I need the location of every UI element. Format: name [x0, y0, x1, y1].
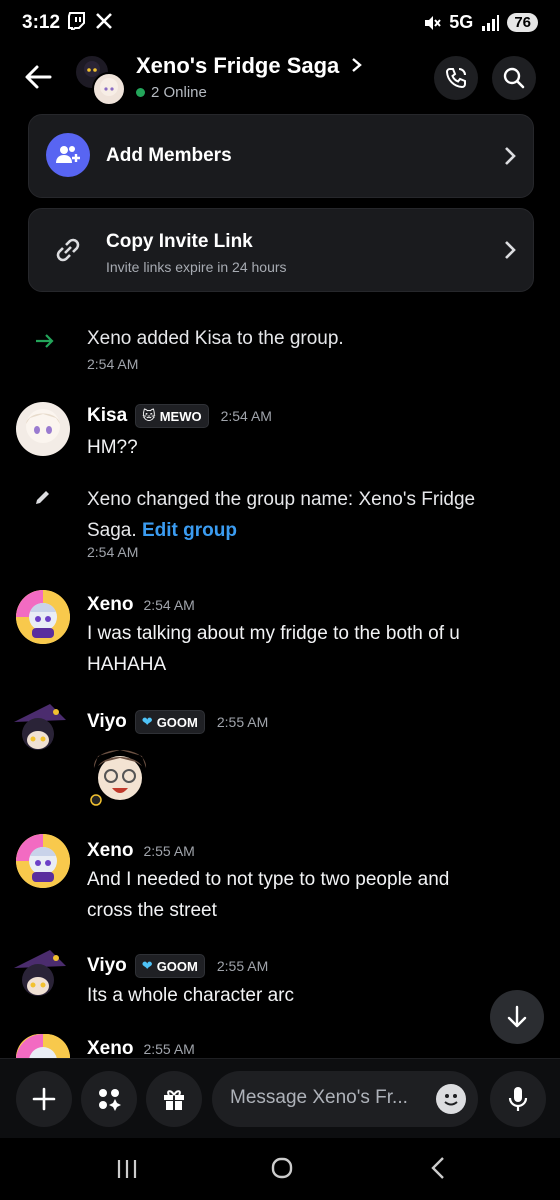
back-nav-button[interactable] — [430, 1156, 446, 1185]
message-text: HM?? — [87, 437, 138, 458]
network-label: 5G — [449, 12, 474, 32]
add-members-card[interactable]: Add Members — [28, 114, 534, 198]
message-text: Its a whole character arc — [87, 985, 294, 1006]
username[interactable]: Xeno — [87, 1040, 133, 1058]
sticker-image[interactable] — [86, 738, 154, 806]
message-header: Viyo ❤ GOOM 2:55 AM — [87, 954, 268, 978]
home-icon — [271, 1157, 293, 1179]
plus-icon — [32, 1087, 56, 1111]
invite-sublabel: Invite links expire in 24 hours — [106, 259, 287, 275]
timestamp: 2:55 AM — [216, 714, 269, 730]
timestamp: 2:54 AM — [220, 408, 272, 424]
message-composer: Message Xeno's Fr... — [0, 1058, 560, 1139]
arrow-right-icon — [34, 330, 56, 357]
timestamp: 2:54 AM — [143, 597, 195, 613]
timestamp: 2:55 AM — [143, 843, 195, 859]
add-attachment-button[interactable] — [16, 1071, 72, 1127]
message-placeholder: Message Xeno's Fr... — [230, 1087, 408, 1108]
search-icon — [503, 67, 525, 89]
message-header: Xeno 2:55 AM — [87, 1040, 195, 1058]
arrow-down-icon — [507, 1005, 527, 1028]
system-nav-bar — [0, 1138, 560, 1200]
emoji-button[interactable] — [436, 1084, 466, 1114]
heart-icon: ❤ — [141, 714, 153, 729]
pencil-icon — [34, 488, 52, 511]
chevron-right-icon — [505, 241, 516, 259]
call-button[interactable] — [434, 56, 478, 100]
phone-icon — [445, 68, 466, 89]
username[interactable]: Xeno — [87, 840, 133, 862]
twitch-icon — [68, 12, 85, 31]
message-text: And I needed to not type to two people a… — [87, 869, 450, 921]
heart-icon: ❤ — [141, 958, 153, 973]
chat-header: Xeno's Fridge Saga 2 Online — [0, 48, 560, 110]
system-message: Xeno changed the group name: Xeno's Frid… — [87, 489, 476, 541]
search-button[interactable] — [492, 56, 536, 100]
home-button[interactable] — [270, 1156, 294, 1185]
message-text: I was talking about my fridge to the bot… — [87, 623, 460, 675]
battery-indicator: 76 — [507, 13, 538, 32]
avatar[interactable] — [10, 700, 70, 760]
notification-icons — [68, 12, 113, 35]
username[interactable]: Xeno — [87, 594, 133, 616]
gift-icon — [164, 1090, 184, 1110]
recent-apps-button[interactable] — [116, 1158, 138, 1185]
guild-tag[interactable]: ❤ GOOM — [134, 710, 205, 734]
message-input[interactable]: Message Xeno's Fr... — [212, 1071, 478, 1127]
microphone-icon — [508, 1087, 528, 1111]
avatar[interactable] — [10, 946, 70, 1006]
message-header: Xeno 2:54 AM — [87, 594, 195, 616]
system-message: Xeno added Kisa to the group. — [87, 328, 344, 349]
gift-button[interactable] — [146, 1071, 202, 1127]
avatar[interactable] — [16, 590, 70, 644]
back-button[interactable] — [22, 60, 56, 94]
apps-button[interactable] — [81, 1071, 137, 1127]
add-members-label: Add Members — [106, 145, 232, 166]
x-icon — [96, 13, 112, 29]
timestamp: 2:55 AM — [143, 1041, 195, 1057]
timestamp: 2:54 AM — [87, 544, 139, 560]
online-dot-icon — [136, 88, 145, 97]
mute-icon — [425, 15, 442, 30]
clock: 3:12 — [22, 12, 61, 33]
link-icon — [56, 238, 80, 262]
guild-tag[interactable]: ❤ GOOM — [134, 954, 205, 978]
avatar[interactable] — [16, 1034, 70, 1058]
page-title[interactable]: Xeno's Fridge Saga — [136, 53, 363, 79]
message-header: Viyo ❤ GOOM 2:55 AM — [87, 710, 268, 734]
arrow-left-icon — [25, 65, 52, 89]
group-avatar[interactable] — [74, 54, 126, 106]
system-icons: 5G 76 — [423, 12, 538, 33]
edit-group-link[interactable]: Edit group — [142, 520, 237, 541]
add-people-icon — [46, 133, 90, 177]
message-header: Xeno 2:55 AM — [87, 840, 195, 862]
username[interactable]: Kisa — [87, 405, 127, 427]
invite-label: Copy Invite Link — [106, 231, 253, 252]
avatar[interactable] — [16, 402, 70, 456]
smile-icon — [444, 1094, 458, 1106]
copy-invite-link-card[interactable]: Copy Invite Link Invite links expire in … — [28, 208, 534, 292]
avatar — [92, 72, 126, 106]
signal-icon — [482, 14, 500, 31]
avatar[interactable] — [16, 834, 70, 888]
chevron-right-icon — [352, 58, 363, 72]
chevron-left-icon — [431, 1157, 444, 1179]
message-header: Kisa 🐱 MEWO 2:54 AM — [87, 404, 272, 428]
cat-icon: 🐱 — [142, 408, 156, 423]
voice-message-button[interactable] — [490, 1071, 546, 1127]
username[interactable]: Viyo — [87, 711, 127, 733]
online-status: 2 Online — [136, 84, 207, 101]
apps-icon — [99, 1089, 121, 1111]
chevron-right-icon — [505, 147, 516, 165]
jump-to-bottom-button[interactable] — [490, 990, 544, 1044]
username[interactable]: Viyo — [87, 955, 127, 977]
recents-icon — [117, 1160, 137, 1178]
status-bar: 3:12 5G 76 — [0, 0, 560, 48]
guild-tag[interactable]: 🐱 MEWO — [135, 404, 209, 428]
timestamp: 2:54 AM — [87, 356, 139, 372]
timestamp: 2:55 AM — [216, 958, 269, 974]
